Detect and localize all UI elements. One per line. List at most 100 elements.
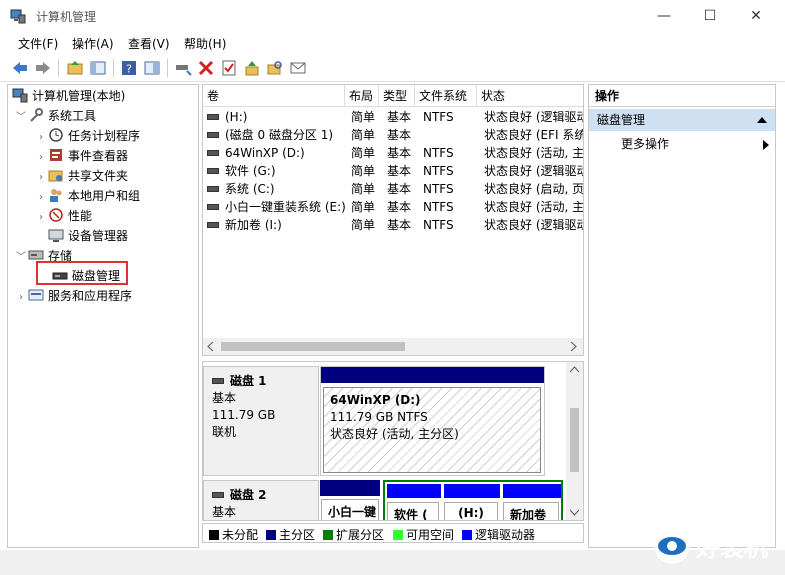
more-actions-link[interactable]: 更多操作 — [621, 135, 669, 152]
column-header-status[interactable]: 状态 — [477, 85, 583, 107]
column-header-type[interactable]: 类型 — [379, 85, 415, 107]
up-folder-icon[interactable] — [66, 59, 84, 77]
tree-shared-folders[interactable]: › 共享文件夹 — [34, 166, 128, 186]
help-icon[interactable]: ? — [120, 59, 138, 77]
drive-icon — [207, 114, 219, 120]
scroll-right-icon[interactable] — [569, 342, 577, 351]
column-header-filesystem[interactable]: 文件系统 — [415, 85, 477, 107]
disk1-type: 基本 — [212, 391, 237, 405]
disk1-partition-area: 64WinXP (D:) 111.79 GB NTFS 状态良好 (活动, 主分… — [320, 366, 545, 476]
computer-management-icon — [12, 88, 28, 103]
event-log-icon — [50, 149, 62, 161]
window-title: 计算机管理 — [36, 10, 97, 24]
tree-services[interactable]: › 服务和应用程序 — [14, 286, 132, 306]
disk1-size: 111.79 GB — [212, 408, 276, 422]
watermark-eye-icon: 好装机 — [654, 528, 768, 564]
menu-view[interactable]: 查看(V) — [128, 35, 170, 52]
checklist-icon[interactable] — [220, 59, 238, 77]
disk2-partition-2[interactable]: 软件 ( — [387, 484, 441, 520]
disk1-label[interactable]: 磁盘 1 基本 111.79 GB 联机 — [203, 366, 319, 476]
drive-icon — [207, 222, 219, 228]
table-row[interactable]: 新加卷 (I:) 简单 基本 NTFS 状态良好 (逻辑驱动 — [203, 216, 583, 234]
partition-status: 状态良好 (活动, 主分区) — [330, 427, 459, 441]
disk2-name: 磁盘 2 — [230, 488, 267, 502]
users-icon — [50, 189, 62, 202]
minimize-button[interactable]: — — [641, 0, 687, 32]
disk2-partition-1[interactable]: 小白一键 — [320, 480, 380, 520]
disk2-label[interactable]: 磁盘 2 基本 — [203, 480, 319, 520]
tree-local-users[interactable]: › 本地用户和组 — [34, 186, 140, 206]
table-row[interactable]: 系统 (C:) 简单 基本 NTFS 状态良好 (启动, 页 — [203, 180, 583, 198]
disk2-partition-4[interactable]: 新加卷 — [503, 484, 561, 520]
menu-action[interactable]: 操作(A) — [72, 35, 114, 52]
volume-list: 卷 布局 类型 文件系统 状态 (H:) 简单 基本 NTFS 状态良好 (逻辑… — [202, 84, 584, 356]
shared-folder-icon — [48, 170, 63, 182]
collapse-chevron-icon[interactable]: ﹀ — [14, 108, 28, 128]
expand-chevron-icon[interactable]: › — [34, 148, 48, 168]
partition-name: 64WinXP (D:) — [330, 393, 421, 407]
tree-event-viewer[interactable]: › 事件查看器 — [34, 146, 128, 166]
expand-chevron-icon[interactable]: › — [14, 288, 28, 308]
mail-icon[interactable] — [289, 59, 307, 77]
disk2-extended-partition: 软件 ( (H:) 新加卷 — [383, 480, 563, 520]
table-row[interactable]: (磁盘 0 磁盘分区 1) 简单 基本 状态良好 (EFI 系统 — [203, 126, 583, 144]
tree-root[interactable]: 计算机管理(本地) — [12, 86, 125, 106]
scroll-left-icon[interactable] — [207, 342, 215, 351]
upload-icon[interactable] — [243, 59, 261, 77]
column-header-layout[interactable]: 布局 — [345, 85, 379, 107]
primary-partition-bar — [321, 367, 544, 383]
watermark-text: 好装机 — [695, 534, 768, 562]
show-hide-tree-icon[interactable] — [89, 59, 107, 77]
tools-icon — [30, 108, 43, 122]
properties-pane-icon[interactable] — [143, 59, 161, 77]
legend-item: 扩展分区 — [323, 526, 384, 543]
toolbar: ? — [0, 55, 785, 82]
submenu-arrow-icon[interactable] — [763, 140, 769, 150]
menu-help[interactable]: 帮助(H) — [184, 35, 226, 52]
disk2-type: 基本 — [212, 505, 237, 519]
disk-icon — [212, 378, 224, 384]
selection-highlight-box — [36, 261, 128, 285]
disk1-partition-d[interactable]: 64WinXP (D:) 111.79 GB NTFS 状态良好 (活动, 主分… — [323, 387, 541, 473]
back-arrow-icon[interactable] — [11, 59, 29, 77]
legend-item: 逻辑驱动器 — [462, 526, 535, 543]
horizontal-scroll-thumb[interactable] — [221, 342, 405, 351]
search-folder-icon[interactable] — [266, 59, 284, 77]
disk2-partition-3[interactable]: (H:) — [444, 484, 500, 520]
menu-file[interactable]: 文件(F) — [18, 35, 58, 52]
title-bar: 计算机管理 — ☐ ✕ — [0, 0, 785, 32]
close-button[interactable]: ✕ — [733, 0, 779, 32]
expand-chevron-icon[interactable]: › — [34, 208, 48, 228]
table-row[interactable]: 64WinXP (D:) 简单 基本 NTFS 状态良好 (活动, 主 — [203, 144, 583, 162]
tree-performance[interactable]: › 性能 — [34, 206, 92, 226]
tree-device-manager[interactable]: 设备管理器 — [48, 226, 128, 246]
menu-bar: 文件(F) 操作(A) 查看(V) 帮助(H) — [0, 32, 785, 54]
table-row[interactable]: 小白一键重装系统 (E:) 简单 基本 NTFS 状态良好 (活动, 主 — [203, 198, 583, 216]
expand-chevron-icon[interactable]: › — [34, 128, 48, 148]
expand-chevron-icon[interactable]: › — [34, 188, 48, 208]
actions-pane: 操作 磁盘管理 更多操作 — [588, 84, 776, 548]
actions-section-disk-management[interactable]: 磁盘管理 — [589, 109, 775, 131]
drive-icon — [207, 168, 219, 174]
swatch-logical — [462, 530, 472, 540]
scroll-up-icon[interactable] — [570, 366, 579, 374]
horizontal-scrollbar[interactable] — [203, 338, 583, 355]
collapse-up-icon[interactable] — [757, 117, 767, 123]
table-row[interactable]: 软件 (G:) 简单 基本 NTFS 状态良好 (逻辑驱动 — [203, 162, 583, 180]
vertical-scrollbar[interactable] — [566, 362, 583, 520]
scroll-down-icon[interactable] — [570, 508, 579, 516]
connect-drive-icon[interactable] — [174, 59, 192, 77]
table-row[interactable]: (H:) 简单 基本 NTFS 状态良好 (逻辑驱动 — [203, 108, 583, 126]
forward-arrow-icon[interactable] — [34, 59, 52, 77]
collapse-chevron-icon[interactable]: ﹀ — [14, 248, 28, 268]
column-header-volume[interactable]: 卷 — [203, 85, 345, 107]
svg-text:?: ? — [126, 63, 132, 76]
tree-task-scheduler[interactable]: › 任务计划程序 — [34, 126, 140, 146]
tree-system-tools[interactable]: ﹀ 系统工具 — [14, 106, 96, 126]
maximize-button[interactable]: ☐ — [687, 0, 733, 32]
device-manager-icon — [48, 229, 64, 242]
expand-chevron-icon[interactable]: › — [34, 168, 48, 188]
vertical-scroll-thumb[interactable] — [570, 408, 579, 472]
drive-icon — [207, 186, 219, 192]
delete-icon[interactable] — [197, 59, 215, 77]
